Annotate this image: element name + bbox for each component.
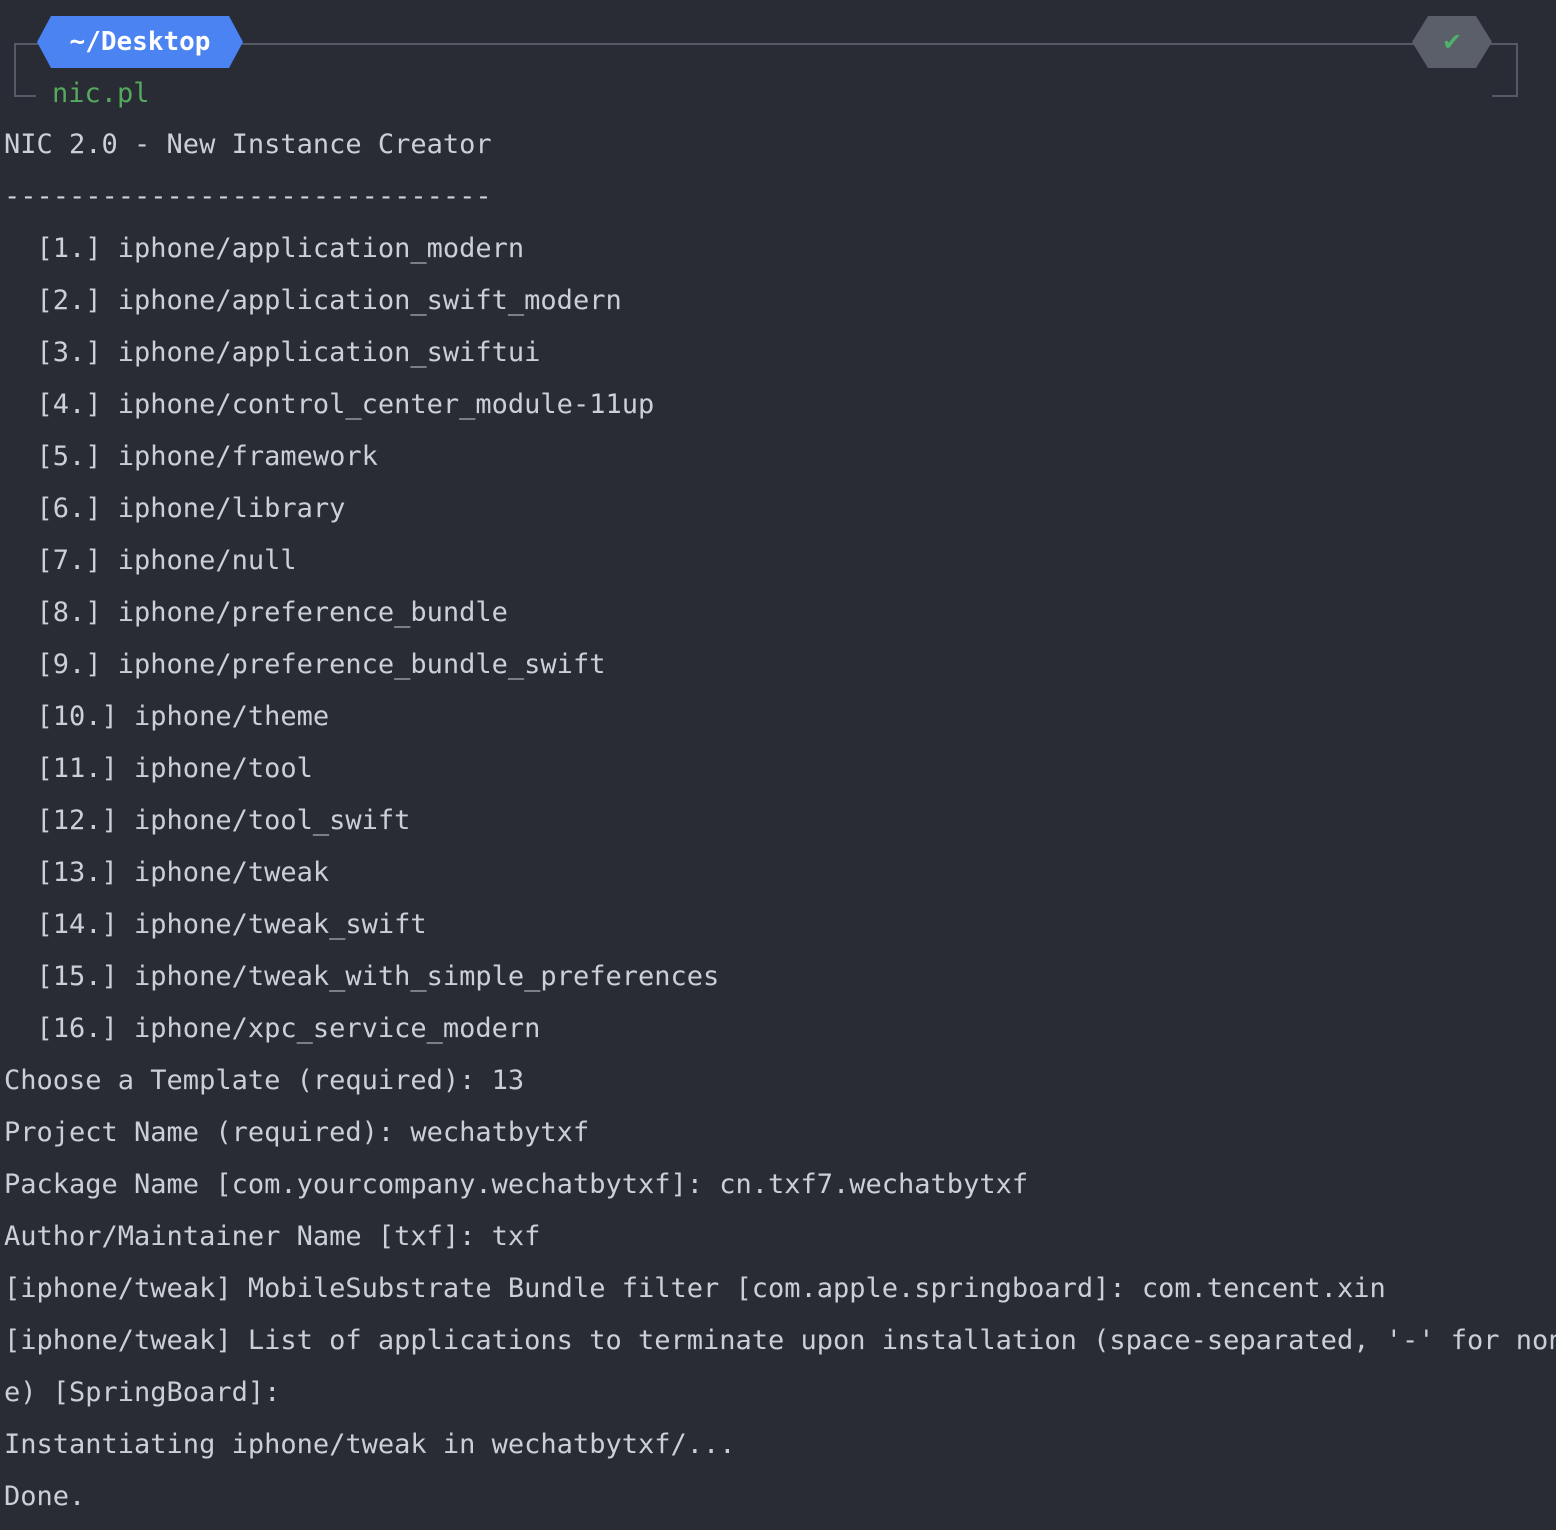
output-line: [9.] iphone/preference_bundle_swift [4,649,606,680]
status-badge: ✔ [1412,16,1492,68]
output-line: [2.] iphone/application_swift_modern [4,285,622,316]
output-line: [5.] iphone/framework [4,441,378,472]
output-line: Package Name [com.yourcompany.wechatbytx… [4,1169,1029,1200]
output-line: Project Name (required): wechatbytxf [4,1117,590,1148]
output-line: [iphone/tweak] List of applications to t… [4,1325,1556,1356]
check-icon: ✔ [1441,28,1463,56]
output-line: [6.] iphone/library [4,493,346,524]
terminal-output: NIC 2.0 - New Instance Creator ---------… [4,126,1556,1530]
output-line: NIC 2.0 - New Instance Creator [4,129,492,160]
command-text: nic.pl [52,78,150,109]
output-line: [11.] iphone/tool [4,753,313,784]
prompt-frame-right-top [1488,43,1518,45]
output-line: [12.] iphone/tool_swift [4,805,411,836]
output-line: [3.] iphone/application_swiftui [4,337,541,368]
output-line: [16.] iphone/xpc_service_modern [4,1013,541,1044]
output-line: Choose a Template (required): 13 [4,1065,525,1096]
directory-label: ~/Desktop [69,27,211,57]
output-line: [13.] iphone/tweak [4,857,330,888]
prompt-frame-right-bottom [1492,95,1518,97]
output-line: ------------------------------ [4,181,492,212]
prompt-frame-left-edge [14,43,16,95]
prompt-frame-right-edge [1516,43,1518,95]
output-line: [10.] iphone/theme [4,701,330,732]
output-line: [15.] iphone/tweak_with_simple_preferenc… [4,961,720,992]
prompt-frame-left-bottom [14,95,36,97]
output-line: [1.] iphone/application_modern [4,233,525,264]
output-line: [8.] iphone/preference_bundle [4,597,508,628]
directory-badge: ~/Desktop [37,16,243,68]
output-line: Instantiating iphone/tweak in wechatbytx… [4,1429,736,1460]
output-line: [iphone/tweak] MobileSubstrate Bundle fi… [4,1273,1386,1304]
output-line: Done. [4,1481,86,1512]
output-line: [7.] iphone/null [4,545,297,576]
prompt-frame-top-line [238,43,1416,45]
output-line: e) [SpringBoard]: [4,1377,281,1408]
output-line: [4.] iphone/control_center_module-11up [4,389,655,420]
output-line: [14.] iphone/tweak_swift [4,909,427,940]
output-line: Author/Maintainer Name [txf]: txf [4,1221,541,1252]
